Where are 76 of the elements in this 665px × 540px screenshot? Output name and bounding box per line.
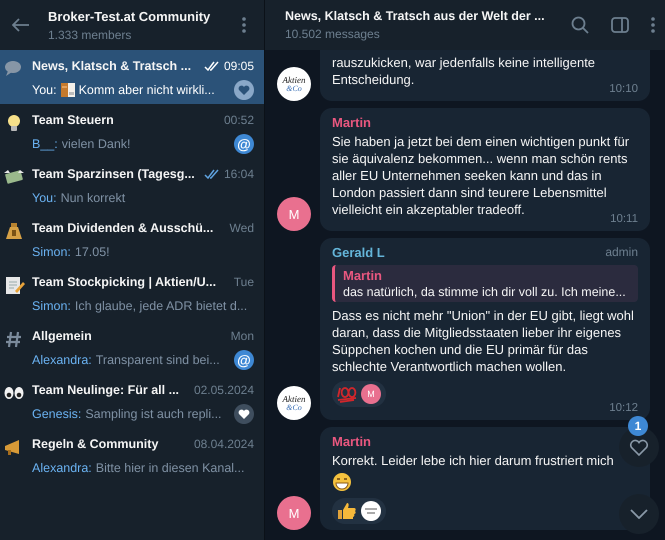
member-count: 1.333 members [48,28,132,42]
chat-name: Team Dividenden & Ausschü... [32,221,214,235]
message-time: 10:10 [609,83,638,95]
search-icon[interactable] [571,16,589,34]
more-icon[interactable] [242,17,246,33]
more-icon[interactable] [651,17,655,33]
chat-name: Team Stockpicking | Aktien/U... [32,275,218,289]
chat-time: 09:05 [224,59,254,73]
message-preview: Sampling ist auch repli... [85,407,223,421]
message-text: rauszukicken, war jedenfalls keine intelligente Entscheidung. [332,54,596,88]
message-preview: Komm aber nicht wirkli... [78,83,216,97]
chat-list-item[interactable]: Allgemein Mon Alexandra: Transparent sind bei... @ [0,320,264,374]
chat-time: 08.04.2024 [194,437,254,451]
chat-time: Tue [234,275,254,289]
admin-label: admin [605,245,638,260]
message-count: 10.502 messages [285,27,381,41]
reaction-chip[interactable] [332,498,386,524]
chat-list-item[interactable]: Regeln & Community 08.04.2024 Alexandra: Bitte hier in diesen Kanal... [0,428,264,482]
message-text: Korrekt. Leider lebe ich hier darum frustriert mich [332,452,614,469]
message-preview: Bitte hier in diesen Kanal... [96,461,246,475]
sender-name: Genesis: [32,407,82,421]
heart-icon [629,438,649,456]
message-preview: Transparent sind bei... [96,353,221,367]
sender-name: Alexandra: [32,461,92,475]
sender-name: You: [32,83,57,97]
back-arrow-icon[interactable] [12,18,30,32]
chat-time: 16:04 [224,167,254,181]
chat-name: News, Klatsch & Tratsch ... [32,59,192,73]
memo-icon [3,275,25,295]
chat-list-item[interactable]: Team Sparzinsen (Tagesg... 16:04 You: Nun korrekt [0,158,264,212]
avatar: M [277,496,311,530]
reply-sender: Martin [343,268,383,283]
reactor-avatar [361,501,381,521]
sender-name: Simon: [32,245,71,259]
sidebar-toggle-icon[interactable] [611,17,629,33]
chat-name: Allgemein [32,329,93,343]
chat-name: Team Neulinge: Für all ... [32,383,180,397]
sender-name: B__: [32,137,58,151]
mention-badge: @ [234,350,254,370]
sender-name: Martin [332,434,371,449]
message-preview: vielen Dank! [62,137,132,151]
sender-name: Alexandra: [32,353,92,367]
chat-list-item[interactable]: News, Klatsch & Tratsch ... 09:05 You: Komm aber nicht wirkli... [0,50,264,104]
chat-time: Wed [230,221,254,235]
chat-name: Team Sparzinsen (Tagesg... [32,167,196,181]
message-preview: Nun korrekt [60,191,126,205]
chat-list-item[interactable]: Team Steuern 00:52 B__: vielen Dank! @ [0,104,264,158]
chat-name: Team Steuern [32,113,115,127]
chat-name: Regeln & Community [32,437,160,451]
chat-time: 00:52 [224,113,254,127]
mention-badge: @ [234,134,254,154]
chat-time: Mon [230,329,254,343]
avatar: M [277,197,311,231]
avatar: Aktien &Co [277,386,311,420]
sender-name: You: [32,191,57,205]
money-bag-icon [3,221,25,241]
chat-list-item[interactable]: Team Neulinge: Für all ... 02.05.2024 Genesis: Sampling ist auch repli... [0,374,264,428]
hundred-points-icon [337,385,357,403]
chevron-down-icon [630,509,648,519]
message-preview: 17.05! [74,245,111,259]
message-text: Dass es nicht mehr "Union" in der EU gibt, liegt wohl daran, dass die Mitgliedsstaaten lieber ihr eigenes Süppchen kochen und die EU primär für das schlechte Verantwortlich machen wollen. [332,307,635,375]
chat-time: 02.05.2024 [194,383,254,397]
reactor-avatar: M [361,384,381,404]
message-time: 10:12 [609,402,638,414]
message-preview: Ich glaube, jede ADR bietet d... [74,299,248,313]
chat-list-item[interactable]: Team Stockpicking | Aktien/U... Tue Simon: Ich glaube, jede ADR bietet d... [0,266,264,320]
reply-text: das natürlich, da stimme ich dir voll zu. Ich meine... [343,285,627,299]
group-title: Broker-Test.at Community [48,8,212,24]
sender-name: Simon: [32,299,71,313]
chat-list-item[interactable]: Team Dividenden & Ausschü... Wed Simon: 17.05! [0,212,264,266]
thumbs-up-icon [337,502,357,520]
chat-title: News, Klatsch & Tratsch aus der Welt der ... [285,9,546,23]
avatar: Aktien &Co [277,67,311,101]
sender-name: Gerald L [332,245,385,260]
scroll-down-button[interactable] [619,494,659,534]
sender-name: Martin [332,115,371,130]
